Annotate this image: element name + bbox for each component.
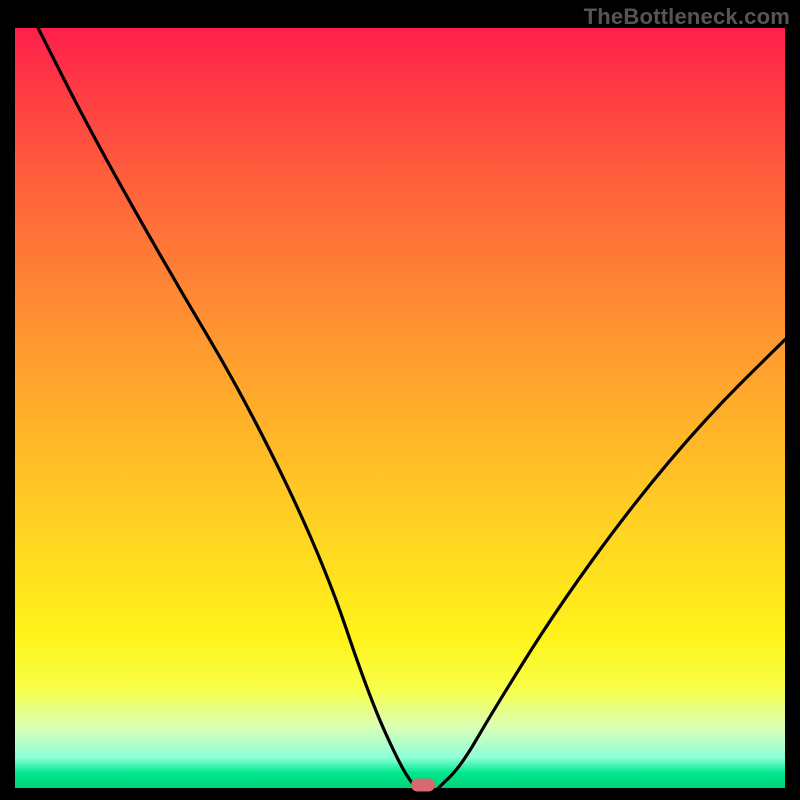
plot-area [15, 28, 785, 788]
minimum-marker [411, 779, 435, 792]
curve-right [439, 340, 786, 788]
chart-frame: TheBottleneck.com [0, 0, 800, 800]
curve-left [38, 28, 415, 788]
watermark-text: TheBottleneck.com [584, 4, 790, 30]
curve-svg [15, 28, 785, 788]
